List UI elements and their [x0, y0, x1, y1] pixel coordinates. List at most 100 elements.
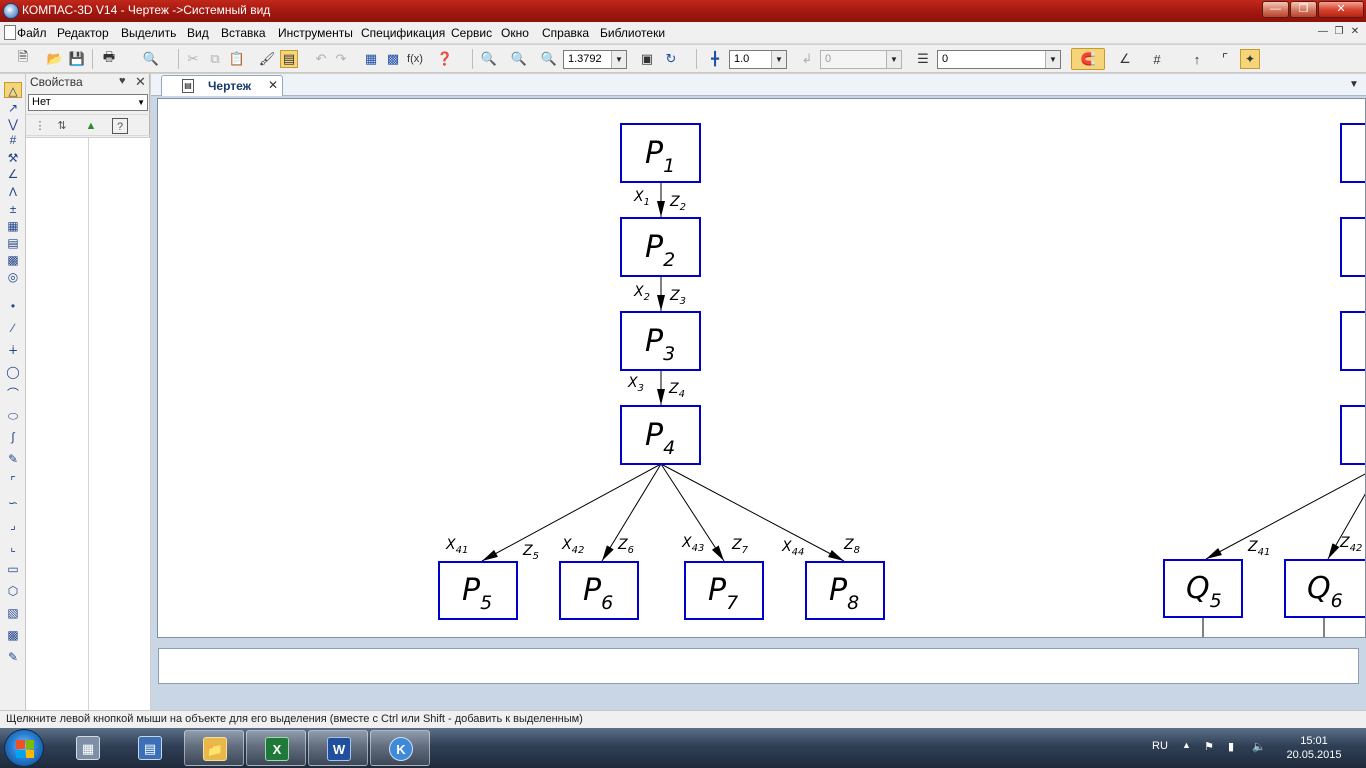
- close-button[interactable]: ✕: [1318, 1, 1364, 18]
- geometry-tab-icon[interactable]: △: [4, 82, 22, 98]
- language-indicator[interactable]: RU: [1152, 740, 1168, 752]
- kompas-logo-icon[interactable]: [3, 3, 19, 19]
- cut-icon[interactable]: ✂: [184, 50, 202, 68]
- auxiliary-line-icon[interactable]: ∕: [4, 320, 22, 336]
- chevron-down-icon[interactable]: ▼: [886, 51, 901, 68]
- segment-icon[interactable]: ∔: [4, 342, 22, 358]
- chevron-down-icon[interactable]: ▼: [611, 51, 626, 68]
- maximize-button[interactable]: ❐: [1290, 1, 1317, 18]
- orthogonal-icon[interactable]: ∠: [1116, 50, 1134, 68]
- grid-icon[interactable]: #: [1148, 50, 1166, 68]
- angle-icon[interactable]: ↲: [798, 50, 816, 68]
- hatch-icon[interactable]: ▧: [4, 605, 22, 621]
- dimensions-tab-icon[interactable]: ↗: [4, 100, 22, 116]
- cursor-step-icon[interactable]: ╋: [706, 50, 724, 68]
- doc-close-button[interactable]: ✕: [1348, 26, 1362, 39]
- categorized-icon[interactable]: ⋮: [32, 118, 48, 134]
- bezier-icon[interactable]: ∽: [4, 495, 22, 511]
- spec-tab-icon[interactable]: ▤: [4, 235, 22, 251]
- chamfer-icon[interactable]: ⌞: [4, 539, 22, 555]
- zoom-fit-icon[interactable]: 🔍: [510, 50, 528, 68]
- arc-icon[interactable]: ⌒: [4, 386, 22, 402]
- menu-specification[interactable]: Спецификация: [361, 26, 445, 40]
- drawing-canvas[interactable]: P1 P2 P3 P4 P5 P6 P7 P8 Q5 Q6 X1 Z2 X2 Z…: [157, 98, 1366, 638]
- menu-help[interactable]: Справка: [542, 26, 589, 40]
- zoom-combo[interactable]: 1.3792 ▼: [563, 50, 627, 69]
- fill-icon[interactable]: ▩: [4, 627, 22, 643]
- document-menu-icon[interactable]: [4, 25, 16, 40]
- round-icon[interactable]: ⌜: [1216, 50, 1234, 68]
- polygon-icon[interactable]: ⬡: [4, 583, 22, 599]
- power-icon[interactable]: ▮: [1228, 740, 1234, 753]
- windows-start-button[interactable]: [4, 729, 44, 767]
- parametrization-tab-icon[interactable]: ⚒: [4, 150, 22, 166]
- menu-select[interactable]: Выделить: [121, 26, 176, 40]
- fillet-icon[interactable]: ⌟: [4, 517, 22, 533]
- print-icon[interactable]: 🖶: [100, 49, 118, 68]
- menu-libraries[interactable]: Библиотеки: [600, 26, 665, 40]
- reports-tab-icon[interactable]: ▩: [4, 252, 22, 268]
- action-center-icon[interactable]: ⚑: [1204, 740, 1214, 753]
- polyline-icon[interactable]: ✎: [4, 451, 22, 467]
- chevron-down-icon[interactable]: ▼: [771, 51, 786, 68]
- node-q2-partial[interactable]: [1340, 217, 1366, 277]
- taskbar-word[interactable]: W: [308, 730, 368, 766]
- point-icon[interactable]: •: [4, 298, 22, 314]
- zoom-icon[interactable]: 🔍: [540, 50, 558, 68]
- spline-icon[interactable]: ∫: [4, 429, 22, 445]
- zoom-window-icon[interactable]: 🔍: [480, 50, 498, 68]
- doc-restore-button[interactable]: ❐: [1332, 26, 1346, 39]
- step-combo[interactable]: 1.0 ▼: [729, 50, 787, 69]
- dimension-plus-icon[interactable]: ±: [4, 201, 22, 217]
- tab-drawing[interactable]: ▤ Чертеж ✕: [161, 75, 283, 96]
- taskbar-remote-desktop[interactable]: ▤: [120, 730, 180, 766]
- menu-window[interactable]: Окно: [501, 26, 529, 40]
- node-q4-partial[interactable]: [1340, 405, 1366, 465]
- open-icon[interactable]: 📂: [46, 50, 64, 68]
- menu-tools[interactable]: Инструменты: [278, 26, 353, 40]
- close-icon[interactable]: ✕: [268, 78, 278, 92]
- equidistant-icon[interactable]: ✎: [4, 649, 22, 665]
- save-icon[interactable]: 💾: [68, 50, 86, 68]
- taskbar-explorer[interactable]: 📁: [184, 730, 244, 766]
- select-tab-icon[interactable]: Λ: [4, 184, 22, 200]
- menu-view[interactable]: Вид: [187, 26, 209, 40]
- paste-icon[interactable]: 📋: [228, 50, 246, 68]
- variables-icon[interactable]: f(x): [406, 50, 424, 68]
- menu-service[interactable]: Сервис: [451, 26, 492, 40]
- redo-icon[interactable]: ↷: [332, 50, 350, 68]
- volume-icon[interactable]: 🔈: [1252, 740, 1266, 753]
- refresh-icon[interactable]: ↻: [662, 50, 680, 68]
- chevron-down-icon[interactable]: ▼: [1349, 79, 1359, 90]
- menu-file[interactable]: Файл: [17, 26, 47, 40]
- pan-icon[interactable]: ▣: [638, 50, 656, 68]
- menu-editor[interactable]: Редактор: [57, 26, 109, 40]
- doc-minimize-button[interactable]: —: [1316, 26, 1330, 39]
- designations-tab-icon[interactable]: ⋁: [4, 116, 22, 132]
- command-line-panel[interactable]: [158, 648, 1359, 684]
- node-q3-partial[interactable]: [1340, 311, 1366, 371]
- snap-icon[interactable]: ✦: [1240, 49, 1260, 69]
- sort-icon[interactable]: ⇅: [54, 118, 70, 134]
- angle-combo[interactable]: 0 ▼: [820, 50, 902, 69]
- help-pointer-icon[interactable]: ❓: [436, 50, 454, 68]
- magnet-icon[interactable]: 🧲: [1071, 48, 1105, 70]
- taskbar-calculator[interactable]: ▦: [58, 730, 118, 766]
- editing-tab-icon[interactable]: #: [4, 132, 22, 148]
- measure-tab-icon[interactable]: ∠: [4, 166, 22, 182]
- node-q1-partial[interactable]: [1340, 123, 1366, 183]
- chevron-down-icon[interactable]: ▼: [1045, 51, 1060, 68]
- tray-expand-icon[interactable]: ▲: [1182, 740, 1191, 750]
- new-file-icon[interactable]: 🗎: [14, 49, 32, 68]
- library-icon[interactable]: ▩: [384, 50, 402, 68]
- minimize-button[interactable]: —: [1262, 1, 1289, 18]
- format-painter-icon[interactable]: 🖌: [258, 50, 276, 68]
- clock[interactable]: 15:01 20.05.2015: [1284, 734, 1344, 762]
- undo-icon[interactable]: ↶: [312, 50, 330, 68]
- layer-icon[interactable]: ☰: [914, 50, 932, 68]
- view-tab-icon[interactable]: ▦: [4, 218, 22, 234]
- layer-combo[interactable]: 0 ▼: [937, 50, 1061, 69]
- circle-icon[interactable]: ◯: [4, 364, 22, 380]
- preview-icon[interactable]: 🔍: [142, 50, 160, 68]
- properties-toggle-icon[interactable]: ▤: [280, 50, 298, 68]
